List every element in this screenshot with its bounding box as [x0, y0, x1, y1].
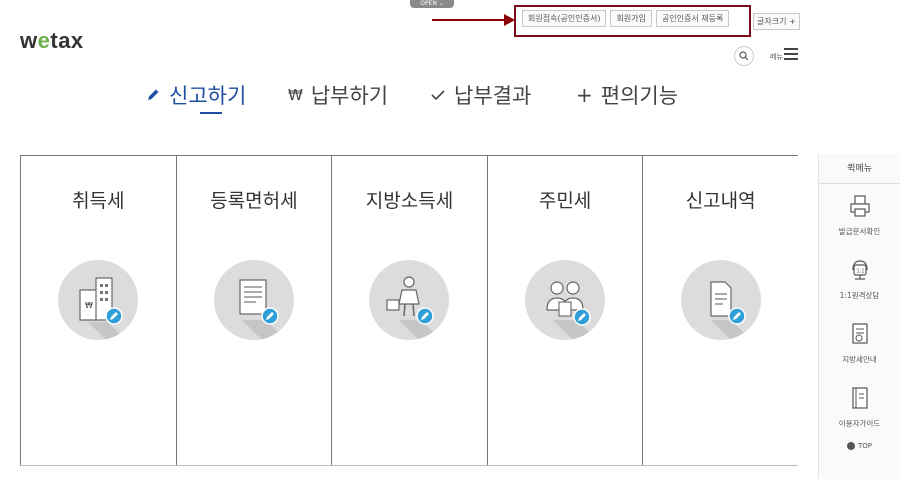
top-label: TOP: [857, 442, 872, 450]
card-title: 취득세: [72, 190, 125, 212]
quick-item-remote-support[interactable]: 1:1 1:1원격상담: [819, 248, 900, 312]
worker-icon: [369, 260, 450, 340]
nav-pay[interactable]: ₩ 납부하기: [288, 80, 388, 110]
card-report-history[interactable]: 신고내역: [643, 156, 798, 465]
svg-text:₩: ₩: [85, 301, 93, 310]
nav-label: 편의기능: [600, 84, 679, 108]
wetax-logo[interactable]: wetax: [20, 28, 84, 54]
quick-menu-title: 퀵메뉴: [819, 154, 900, 184]
file-icon: [680, 260, 761, 340]
main-nav: 신고하기 ₩ 납부하기 납부결과 + 편의기능: [0, 80, 820, 120]
quick-item-label: 이용자가이드: [838, 419, 881, 428]
tax-cards: 취득세 ₩ 등록면허세 지방소득세 주민세 신고내역: [20, 155, 798, 466]
hamburger-menu-icon[interactable]: [784, 48, 798, 60]
printer-icon: [849, 195, 870, 217]
quick-item-document-check[interactable]: 발급문서확인: [819, 184, 900, 248]
quick-item-label: 1:1원격상담: [839, 291, 880, 300]
quick-menu: 퀵메뉴 발급문서확인 1:1 1:1원격상담 지방세안내 이용자가이드 TOP: [818, 154, 900, 479]
won-icon: ₩: [288, 86, 303, 104]
card-title: 지방소득세: [365, 190, 454, 212]
nav-label: 납부하기: [310, 84, 389, 108]
search-icon: [739, 51, 749, 61]
support-icon: 1:1: [851, 260, 868, 280]
certificate-reregister-link[interactable]: 공인인증서 재등록: [655, 10, 730, 27]
annotation-arrow: [432, 19, 512, 21]
nav-active-underline: [200, 112, 222, 114]
logo-suffix: tax: [50, 28, 84, 53]
scroll-top-button[interactable]: TOP: [819, 442, 900, 450]
nav-convenience[interactable]: + 편의기능: [576, 80, 678, 110]
book-icon: [851, 387, 868, 409]
card-title: 등록면허세: [210, 190, 298, 212]
check-icon: [431, 90, 445, 101]
building-icon: ₩: [58, 260, 139, 340]
top-arrow-icon: [846, 442, 855, 450]
menu-label[interactable]: 메뉴: [770, 52, 783, 62]
card-title: 신고내역: [685, 190, 756, 212]
svg-text:1:1: 1:1: [856, 269, 864, 275]
card-title: 주민세: [538, 190, 592, 212]
card-registration-license-tax[interactable]: 등록면허세: [177, 156, 333, 465]
plus-icon: +: [576, 83, 593, 107]
nav-label: 신고하기: [169, 84, 247, 108]
login-certificate-link[interactable]: 회원접속(공인인증서): [522, 10, 607, 27]
document-icon: [213, 260, 294, 340]
logo-accent: e: [37, 28, 51, 53]
card-resident-tax[interactable]: 주민세: [488, 156, 644, 465]
nav-report[interactable]: 신고하기: [145, 80, 246, 110]
quick-item-label: 발급문서확인: [838, 227, 881, 236]
quick-item-label: 지방세안내: [842, 355, 877, 364]
quick-item-user-guide[interactable]: 이용자가이드: [819, 376, 900, 440]
nav-label: 납부결과: [454, 84, 532, 108]
open-tab[interactable]: OPEN ⌄: [410, 0, 454, 8]
pencil-icon: [148, 89, 159, 100]
signup-link[interactable]: 회원가입: [610, 10, 652, 27]
people-icon: [525, 260, 606, 340]
top-links: 회원접속(공인인증서) 회원가입 공인인증서 재등록: [522, 10, 730, 27]
guide-icon: [851, 323, 868, 344]
quick-item-local-tax-guide[interactable]: 지방세안내: [819, 312, 900, 376]
card-acquisition-tax[interactable]: 취득세 ₩: [20, 156, 177, 465]
nav-pay-result[interactable]: 납부결과: [430, 80, 531, 110]
logo-prefix: w: [20, 28, 38, 53]
search-button[interactable]: [734, 46, 754, 66]
font-size-button[interactable]: 글자크기 +: [753, 13, 800, 30]
card-local-income-tax[interactable]: 지방소득세: [332, 156, 488, 465]
